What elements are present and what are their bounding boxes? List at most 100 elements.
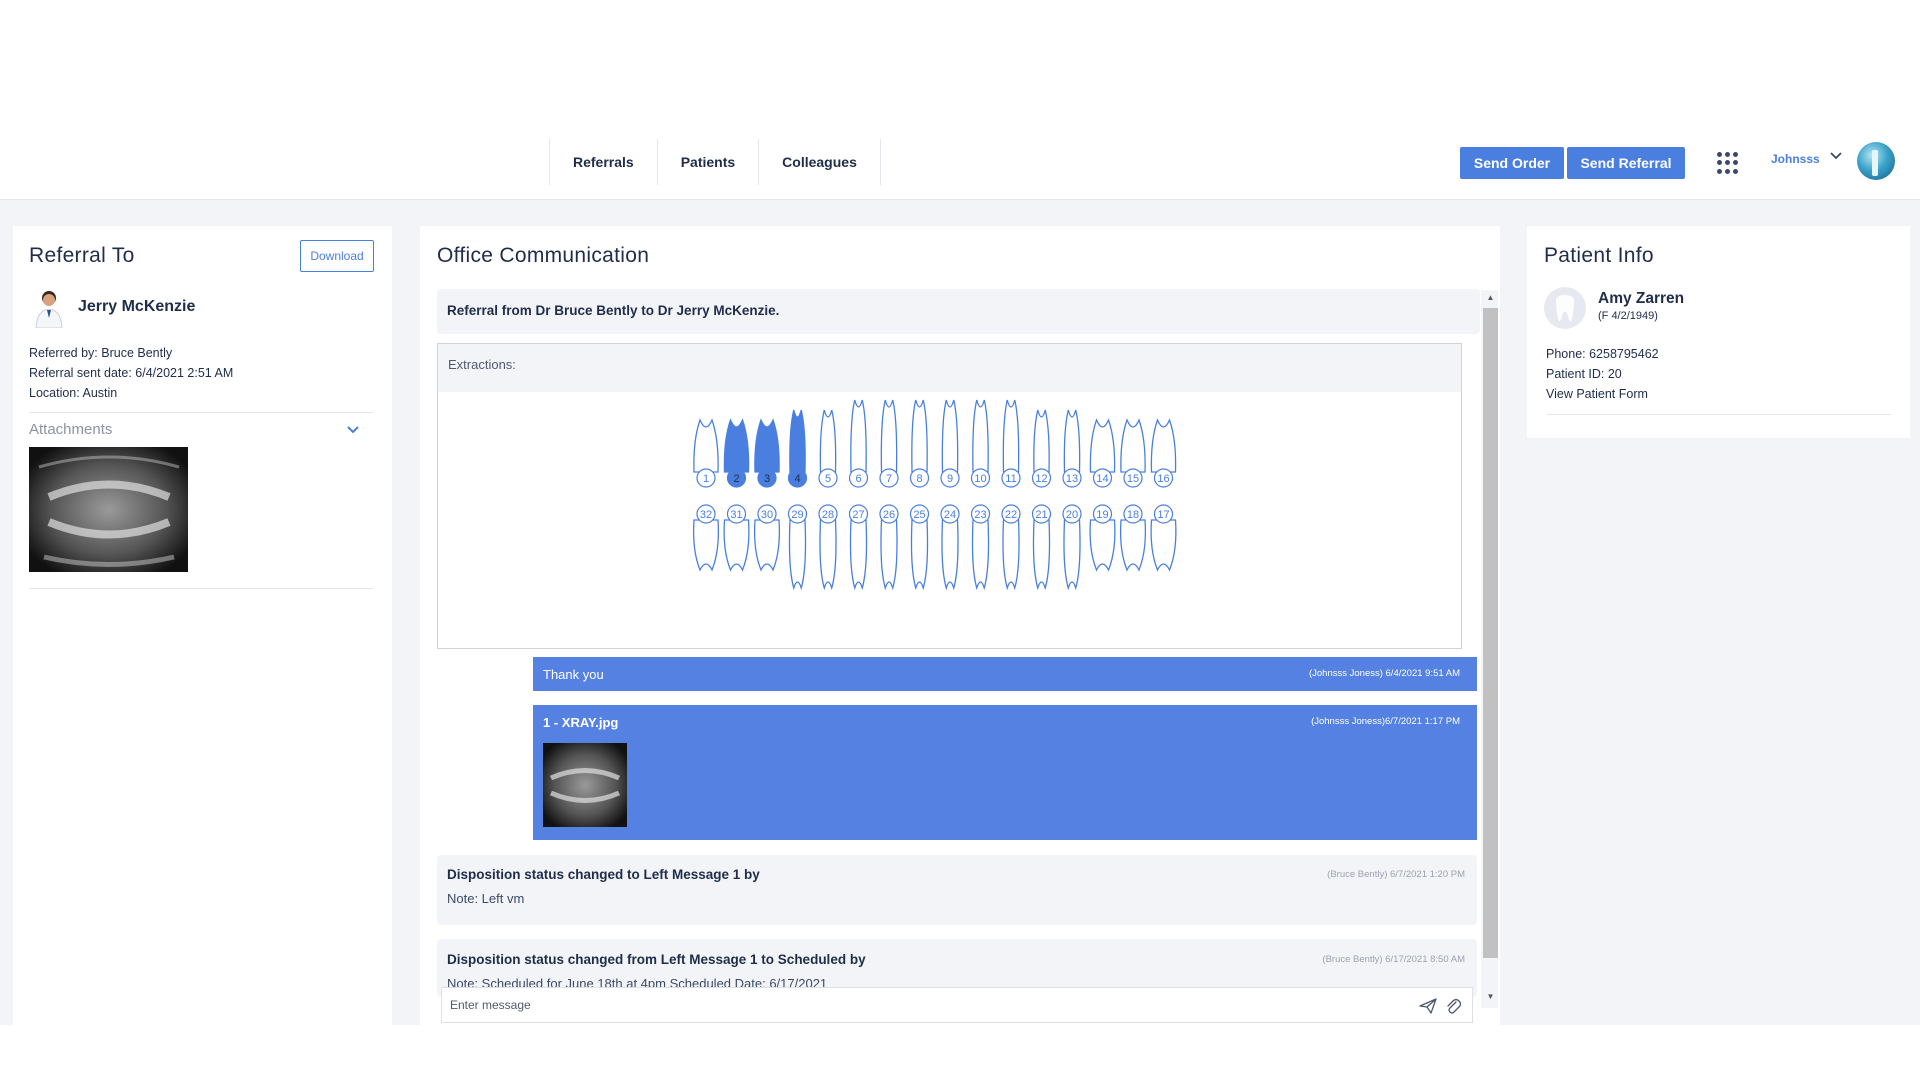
patient-info-title: Patient Info	[1544, 244, 1654, 267]
tooth-number: 5	[825, 473, 831, 485]
tooth-8[interactable]: 8	[909, 399, 930, 488]
tooth-20[interactable]: 20	[1062, 504, 1082, 591]
doctor-avatar	[35, 291, 63, 328]
tooth-3[interactable]: 3	[754, 418, 780, 488]
tooth-26[interactable]: 26	[879, 504, 899, 591]
tooth-number: 28	[822, 509, 834, 521]
user-menu-name[interactable]: Johnsss	[1771, 152, 1820, 166]
tooth-32[interactable]: 32	[692, 504, 720, 572]
tooth-number: 14	[1096, 473, 1108, 485]
paperclip-icon[interactable]	[1445, 997, 1461, 1015]
patient-info-panel: Patient Info Amy Zarren (F 4/2/1949) Pho…	[1527, 226, 1910, 438]
office-communication-title: Office Communication	[437, 244, 650, 267]
status-change-message: Disposition status changed to Left Messa…	[437, 855, 1477, 925]
tooth-number: 20	[1066, 509, 1078, 521]
chat-message-timestamp: (Johnsss Joness) 6/4/2021 9:51 AM	[1308, 668, 1460, 679]
tooth-23[interactable]: 23	[970, 504, 991, 591]
tooth-number: 9	[947, 473, 953, 485]
tooth-number: 18	[1127, 509, 1139, 521]
download-button[interactable]: Download	[300, 240, 374, 272]
tooth-1[interactable]: 1	[693, 418, 719, 488]
tooth-11[interactable]: 11	[1001, 399, 1021, 488]
top-navbar: Referrals Patients Colleagues Send Order…	[0, 0, 1920, 200]
view-patient-form-link[interactable]: View Patient Form	[1546, 387, 1648, 401]
tooth-number: 29	[791, 509, 803, 521]
tooth-number: 16	[1157, 473, 1169, 485]
tooth-24[interactable]: 24	[940, 504, 960, 591]
nav-colleagues[interactable]: Colleagues	[758, 139, 881, 185]
tooth-18[interactable]: 18	[1119, 504, 1147, 572]
scroll-up-icon[interactable]: ▲	[1483, 292, 1498, 304]
chevron-down-icon[interactable]	[345, 422, 361, 438]
tooth-number: 31	[730, 509, 742, 521]
tooth-number: 25	[913, 509, 925, 521]
office-communication-panel: Office Communication Referral from Dr Br…	[420, 226, 1500, 1025]
tooth-15[interactable]: 15	[1120, 418, 1146, 488]
tooth-number: 30	[761, 509, 773, 521]
tooth-7[interactable]: 7	[879, 399, 899, 488]
message-input[interactable]	[450, 994, 1390, 1016]
divider	[29, 412, 374, 413]
divider	[29, 588, 374, 589]
chat-message-text: Thank you	[543, 667, 604, 682]
tooth-number: 4	[794, 473, 800, 485]
send-referral-button[interactable]: Send Referral	[1567, 147, 1685, 179]
tooth-number: 12	[1035, 473, 1047, 485]
tooth-28[interactable]: 28	[818, 504, 838, 591]
tooth-5[interactable]: 5	[818, 409, 838, 488]
patient-phone: Phone: 6258795462	[1546, 347, 1659, 361]
tooth-29[interactable]: 29	[787, 504, 808, 591]
patient-name: Amy Zarren	[1598, 290, 1685, 307]
tooth-number: 1	[703, 473, 709, 485]
tooth-4[interactable]: 4	[787, 409, 808, 488]
tooth-31[interactable]: 31	[723, 504, 750, 572]
tooth-9[interactable]: 9	[940, 399, 960, 488]
tooth-number: 32	[700, 509, 712, 521]
referral-header-message: Referral from Dr Bruce Bently to Dr Jerr…	[437, 289, 1480, 334]
scroll-down-icon[interactable]: ▼	[1483, 991, 1498, 1003]
tooth-14[interactable]: 14	[1089, 418, 1116, 488]
extractions-card: Extractions: 1 2 3 4 5 6 7 8 9 10 11 12 13 14 15 16 32 31…	[437, 343, 1462, 649]
tooth-13[interactable]: 13	[1062, 409, 1082, 488]
chat-message: Thank you (Johnsss Joness) 6/4/2021 9:51…	[533, 657, 1477, 691]
chat-attachment-message: 1 - XRAY.jpg (Johnsss Joness)6/7/2021 1:…	[533, 705, 1477, 840]
tooth-17[interactable]: 17	[1150, 504, 1177, 572]
referred-doctor-name: Jerry McKenzie	[78, 298, 196, 315]
scrollbar-thumb[interactable]	[1483, 308, 1498, 958]
tooth-19[interactable]: 19	[1089, 504, 1116, 572]
tooth-27[interactable]: 27	[848, 504, 869, 591]
tooth-number: 6	[855, 473, 861, 485]
apps-grid-icon[interactable]	[1717, 152, 1739, 174]
xray-attachment-thumbnail[interactable]	[543, 743, 627, 827]
referred-by: Referred by: Bruce Bently	[29, 346, 173, 360]
user-avatar[interactable]	[1857, 142, 1895, 180]
tooth-number: 24	[944, 509, 956, 521]
referral-title: Referral To	[29, 244, 135, 267]
tooth-6[interactable]: 6	[848, 399, 869, 488]
patient-id: Patient ID: 20	[1546, 367, 1622, 381]
tooth-2[interactable]: 2	[723, 418, 750, 488]
tooth-22[interactable]: 22	[1001, 504, 1021, 591]
main-nav: Referrals Patients Colleagues	[549, 139, 881, 185]
tooth-number: 23	[974, 509, 986, 521]
referral-location: Location: Austin	[29, 386, 118, 400]
tooth-12[interactable]: 12	[1031, 409, 1052, 488]
tooth-16[interactable]: 16	[1150, 418, 1177, 488]
nav-referrals[interactable]: Referrals	[549, 139, 657, 185]
extractions-label: Extractions:	[448, 357, 516, 372]
send-order-button[interactable]: Send Order	[1460, 147, 1564, 179]
tooth-10[interactable]: 10	[970, 399, 991, 488]
send-icon[interactable]	[1419, 998, 1437, 1014]
tooth-25[interactable]: 25	[909, 504, 930, 591]
tooth-number: 26	[883, 509, 895, 521]
tooth-number: 21	[1035, 509, 1047, 521]
tooth-30[interactable]: 30	[753, 504, 781, 572]
chat-message-timestamp: (Johnsss Joness)6/7/2021 1:17 PM	[1311, 716, 1460, 727]
nav-patients[interactable]: Patients	[656, 139, 758, 185]
referral-sent-date: Referral sent date: 6/4/2021 2:51 AM	[29, 366, 234, 380]
attachment-filename[interactable]: 1 - XRAY.jpg	[543, 715, 618, 730]
xray-thumbnail[interactable]	[29, 447, 188, 572]
chevron-down-icon[interactable]	[1829, 149, 1843, 163]
tooth-21[interactable]: 21	[1031, 504, 1052, 591]
tooth-number: 15	[1127, 473, 1139, 485]
